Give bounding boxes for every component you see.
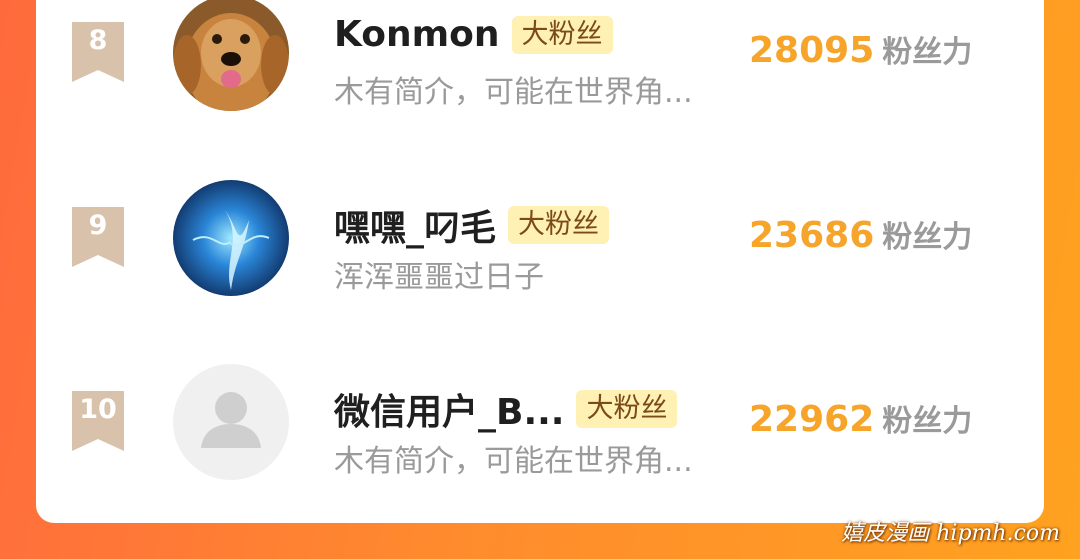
default-user-avatar-icon[interactable] — [173, 364, 289, 480]
user-name-line: 嘿嘿_叼毛 大粉丝 — [334, 199, 610, 249]
user-name[interactable]: 嘿嘿_叼毛 — [334, 199, 496, 251]
user-bio: 木有简介，可能在世界角... — [334, 75, 693, 110]
rank-ribbon: 8 — [72, 22, 124, 82]
rank-number: 8 — [88, 25, 108, 56]
user-bio: 木有简介，可能在世界角... — [334, 444, 693, 479]
user-name-line: Konmon 大粉丝 — [334, 14, 613, 58]
user-name-line: 微信用户_B... 大粉丝 — [334, 383, 678, 433]
score-label: 粉丝力 — [882, 404, 973, 439]
dog-photo-avatar-icon[interactable] — [173, 0, 289, 111]
fan-power-score: 28095 粉丝力 — [749, 27, 972, 71]
rank-ribbon: 9 — [72, 207, 124, 267]
fans-ranking-card: 8 Konmon 大粉丝 木有简介，可能在世界角... 28095 粉丝力 9 … — [36, 0, 1044, 523]
user-name[interactable]: 微信用户_B... — [334, 383, 564, 435]
score-value: 28095 — [749, 30, 875, 71]
fan-badge: 大粉丝 — [508, 206, 610, 244]
user-name[interactable]: Konmon — [334, 14, 500, 55]
score-value: 23686 — [749, 215, 875, 256]
blue-energy-avatar-icon[interactable] — [173, 180, 289, 296]
fan-power-score: 23686 粉丝力 — [749, 212, 972, 256]
score-label: 粉丝力 — [882, 220, 973, 255]
fan-badge: 大粉丝 — [511, 15, 613, 54]
rank-number: 10 — [79, 394, 117, 425]
site-watermark: 嬉皮漫画 hipmh.com — [841, 521, 1060, 546]
score-label: 粉丝力 — [882, 35, 973, 70]
fan-badge: 大粉丝 — [576, 390, 678, 428]
fan-power-score: 22962 粉丝力 — [749, 396, 972, 440]
list-item[interactable]: 10 微信用户_B... 大粉丝 木有简介，可能在世界角... 22962 粉丝力 — [36, 336, 1044, 480]
rank-number: 9 — [88, 210, 108, 241]
list-item[interactable]: 8 Konmon 大粉丝 木有简介，可能在世界角... 28095 粉丝力 — [36, 0, 1044, 111]
list-item[interactable]: 9 嘿嘿_叼毛 大粉丝 浑浑噩噩过日子 23686 粉丝力 — [36, 152, 1044, 296]
score-value: 22962 — [749, 399, 875, 440]
rank-ribbon: 10 — [72, 391, 124, 451]
user-bio: 浑浑噩噩过日子 — [334, 260, 544, 295]
